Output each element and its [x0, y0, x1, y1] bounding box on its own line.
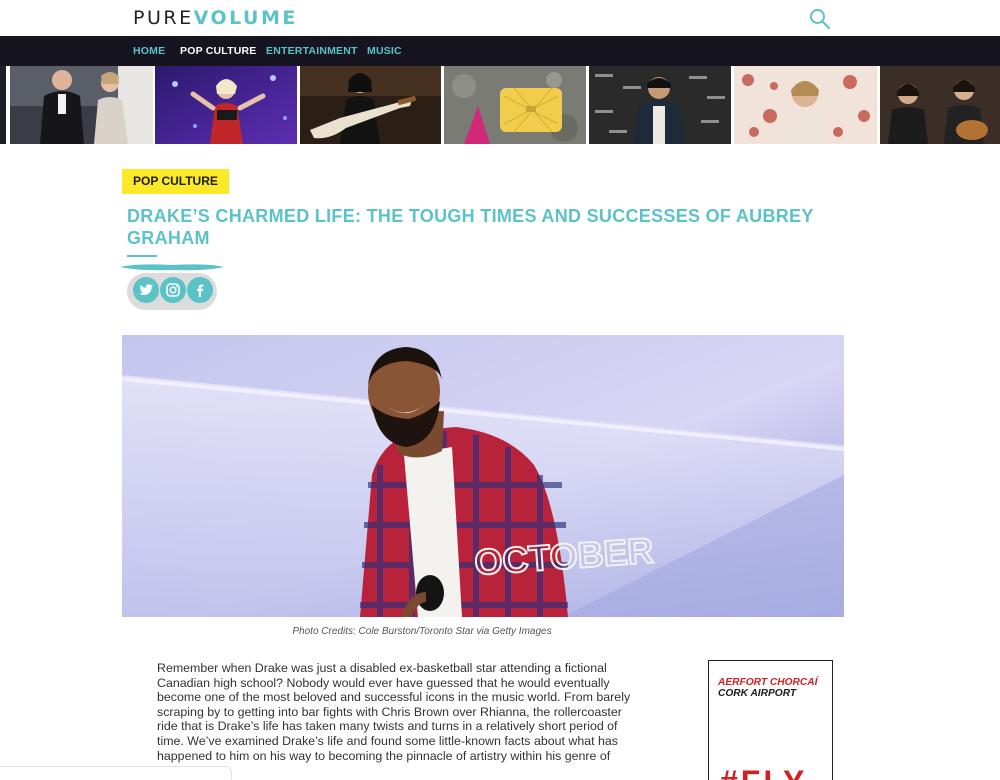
article-body: Remember when Drake was just a disabled … — [157, 661, 665, 763]
brush-stroke-decoration — [120, 264, 224, 271]
ad-line-english: CORK AIRPORT — [718, 688, 797, 699]
title-divider — [127, 255, 157, 257]
photo-credit: Photo Credits: Cole Burston/Toronto Star… — [292, 626, 552, 637]
search-icon[interactable] — [808, 7, 832, 31]
hero-image: OCTOBER — [122, 335, 844, 617]
facebook-icon[interactable] — [187, 277, 213, 303]
related-articles-strip — [0, 66, 1000, 144]
body-line: happened to him on his way to becoming t… — [157, 748, 611, 763]
cookie-banner-edge — [0, 766, 232, 780]
main-navigation: HOME POP CULTURE ENTERTAINMENT MUSIC — [0, 36, 1000, 66]
site-logo[interactable]: PUREVOLUME — [133, 7, 298, 29]
body-line: Canadian high school? Nobody would ever … — [157, 675, 610, 690]
nav-entertainment[interactable]: ENTERTAINMENT — [266, 45, 358, 57]
sidebar-advertisement[interactable]: AERFORT CHORCAÍ CORK AIRPORT #FLY — [708, 660, 833, 780]
instagram-icon[interactable] — [160, 277, 186, 303]
body-line: time. We’ve examined Drake’s life and fo… — [157, 733, 618, 748]
ad-line-irish: AERFORT CHORCAÍ — [718, 677, 818, 688]
article-title: DRAKE’S CHARMED LIFE: THE TOUGH TIMES AN… — [127, 206, 814, 248]
category-tag[interactable]: POP CULTURE — [122, 169, 229, 194]
body-line: become one of the most beloved and succe… — [157, 690, 631, 705]
thumbnail-press-backdrop[interactable] — [589, 66, 731, 144]
thumbnail-guitarist[interactable] — [300, 66, 441, 144]
body-line: scraping by to getting into bar fights w… — [157, 704, 622, 719]
body-line: Remember when Drake was just a disabled … — [157, 661, 607, 675]
thumbnail-yellow-handbag[interactable] — [444, 66, 586, 144]
nav-home[interactable]: HOME — [133, 45, 165, 57]
logo-part-pure: PURE — [133, 7, 194, 29]
thumbnail-singer-stage[interactable] — [155, 66, 297, 144]
nav-music[interactable]: MUSIC — [367, 45, 402, 57]
nav-pop-culture[interactable]: POP CULTURE — [180, 45, 257, 57]
site-header: PUREVOLUME — [0, 0, 1000, 36]
thumbnail-edge — [0, 66, 6, 144]
thumbnail-band[interactable] — [880, 66, 1000, 144]
thumbnail-couple-event[interactable] — [10, 66, 153, 144]
body-line: ride that is Drake’s life has taken many… — [157, 719, 618, 734]
thumbnail-floral-portrait[interactable] — [734, 66, 877, 144]
logo-part-volume: VOLUME — [193, 7, 298, 29]
twitter-icon[interactable] — [133, 277, 159, 303]
ad-headline: #FLY — [720, 764, 807, 780]
